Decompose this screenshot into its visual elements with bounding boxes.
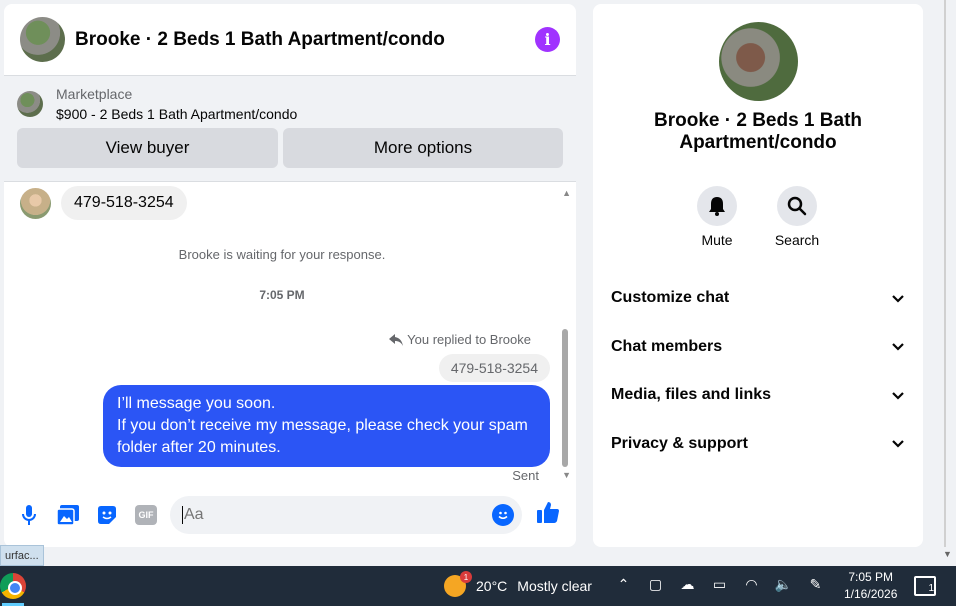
view-buyer-button[interactable]: View buyer <box>17 128 278 168</box>
clock-date: 1/16/2026 <box>844 587 898 601</box>
message-scrollbar[interactable] <box>562 329 568 467</box>
quoted-message[interactable]: 479-518-3254 <box>438 354 550 382</box>
weather-temperature: 20°C <box>476 578 508 594</box>
weather-condition: Mostly clear <box>517 578 592 594</box>
menu-privacy-support[interactable]: Privacy & support <box>593 420 923 469</box>
taskbar: 1 20°C Mostly clear ⌃ ▢ ☁ ▭ ◠ 🔈 ✎ 7:05 P… <box>0 566 956 606</box>
reply-arrow-icon <box>389 333 404 346</box>
emoji-icon[interactable] <box>492 504 514 526</box>
meet-now-icon[interactable]: ▢ <box>646 576 665 593</box>
page-scroll-thumb[interactable] <box>944 0 946 547</box>
scroll-down-arrow-icon[interactable]: ▼ <box>562 470 571 480</box>
volume-icon[interactable]: 🔈 <box>774 576 793 593</box>
search-label: Search <box>774 232 820 248</box>
listing-buttons: View buyer More options <box>17 128 563 168</box>
info-icon[interactable]: i <box>535 27 560 52</box>
conversation-title: Brooke · 2 Beds 1 Bath Apartment/condo <box>654 110 862 153</box>
photo-icon[interactable] <box>57 504 79 526</box>
listing-text: Marketplace $900 - 2 Beds 1 Bath Apartme… <box>56 86 297 122</box>
listing-label: Marketplace <box>56 86 133 102</box>
more-options-button[interactable]: More options <box>283 128 563 168</box>
listing-price-title: $900 - 2 Beds 1 Bath Apartment/condo <box>56 106 298 122</box>
outgoing-line-2: If you don’t receive my message, please … <box>117 417 528 456</box>
chevron-down-icon <box>892 440 904 448</box>
page-scrollbar[interactable] <box>940 0 956 566</box>
replied-note-text: You replied to Brooke <box>407 332 531 347</box>
replied-note: You replied to Brooke <box>389 332 531 347</box>
pen-icon[interactable]: ✎ <box>806 576 825 593</box>
chat-panel: Brooke · 2 Beds 1 Bath Apartment/condo i… <box>4 4 576 547</box>
message-list[interactable]: 479-518-3254 Brooke is waiting for your … <box>4 183 576 485</box>
text-caret <box>182 506 183 524</box>
weather-badge: 1 <box>460 571 472 583</box>
menu-item-label: Chat members <box>611 337 723 355</box>
microphone-icon[interactable] <box>18 504 40 526</box>
search-icon[interactable] <box>777 186 817 226</box>
sticker-icon[interactable] <box>96 504 118 526</box>
menu-chat-members[interactable]: Chat members <box>593 323 923 372</box>
chevron-up-icon[interactable]: ⌃ <box>614 576 633 593</box>
menu-item-label: Media, files and links <box>611 386 772 404</box>
sent-status: Sent <box>512 468 539 483</box>
page-scroll-down-icon[interactable]: ▼ <box>943 549 952 559</box>
message-input-box[interactable] <box>170 496 522 534</box>
mute-label: Mute <box>701 232 733 248</box>
chat-header: Brooke · 2 Beds 1 Bath Apartment/condo i <box>4 4 576 76</box>
tooltip: urfac... <box>0 545 44 566</box>
mute-action[interactable]: Mute <box>697 186 737 248</box>
notification-icon[interactable]: 1 <box>914 576 936 596</box>
notification-count: 1 <box>928 583 934 594</box>
chat-title[interactable]: Brooke · 2 Beds 1 Bath Apartment/condo <box>75 29 535 51</box>
menu-item-label: Customize chat <box>611 289 730 307</box>
system-tray: ⌃ ▢ ☁ ▭ ◠ 🔈 ✎ <box>614 576 825 593</box>
outgoing-bubble[interactable]: I’ll message you soon. If you don’t rece… <box>103 385 550 467</box>
incoming-message: 479-518-3254 <box>20 186 187 220</box>
message-input[interactable] <box>184 506 474 524</box>
battery-icon[interactable]: ▭ <box>710 576 729 593</box>
composer: GIF <box>4 495 576 535</box>
clock[interactable]: 7:05 PM 1/16/2026 <box>844 569 897 603</box>
chevron-down-icon <box>892 391 904 400</box>
search-action[interactable]: Search <box>774 186 820 248</box>
conversation-info-panel: Brooke · 2 Beds 1 Bath Apartment/condo M… <box>593 4 923 547</box>
message-timestamp: 7:05 PM <box>259 288 305 302</box>
weather-icon: 1 <box>444 571 472 597</box>
menu-customize-chat[interactable]: Customize chat <box>593 274 923 323</box>
chrome-icon[interactable] <box>0 573 26 599</box>
chevron-down-icon <box>892 294 904 303</box>
sender-avatar[interactable] <box>20 187 51 219</box>
clock-time: 7:05 PM <box>848 570 894 584</box>
listing-summary[interactable]: Marketplace $900 - 2 Beds 1 Bath Apartme… <box>17 86 563 122</box>
gif-icon[interactable]: GIF <box>135 505 157 525</box>
weather-widget[interactable]: 1 20°C Mostly clear <box>444 571 592 597</box>
waiting-note: Brooke is waiting for your response. <box>178 247 386 262</box>
menu-media-files-links[interactable]: Media, files and links <box>593 371 923 420</box>
outgoing-line-1: I’ll message you soon. <box>117 395 276 412</box>
conversation-avatar[interactable] <box>719 22 798 101</box>
thumbs-up-icon[interactable] <box>536 500 560 530</box>
chevron-down-icon <box>892 343 904 351</box>
incoming-bubble[interactable]: 479-518-3254 <box>61 186 187 220</box>
wifi-icon[interactable]: ◠ <box>742 576 761 593</box>
chat-avatar[interactable] <box>20 17 65 62</box>
info-menu: Customize chat Chat members Media, files… <box>593 274 923 468</box>
listing-thumbnail <box>17 91 43 117</box>
quick-actions: Mute Search <box>697 186 820 248</box>
cloud-offline-icon[interactable]: ☁ <box>678 576 697 593</box>
scroll-up-arrow-icon[interactable]: ▲ <box>562 188 571 198</box>
bell-icon[interactable] <box>697 186 737 226</box>
marketplace-listing-bar: Marketplace $900 - 2 Beds 1 Bath Apartme… <box>4 76 576 182</box>
menu-item-label: Privacy & support <box>611 434 748 452</box>
